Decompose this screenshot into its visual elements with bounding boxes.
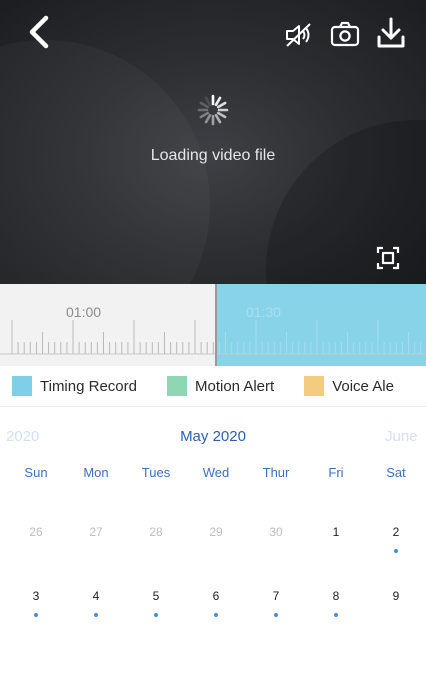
back-chevron-icon[interactable] bbox=[22, 12, 56, 52]
playback-timeline[interactable]: 01:00 01:30 bbox=[0, 284, 426, 366]
calendar-grid: Sun Mon Tues Wed Thur Fri Sat 26 27 28 29 30 1 2 3 4 5 6 7… bbox=[0, 465, 426, 675]
weekday-header: Mon bbox=[83, 465, 109, 480]
weekday-header: Sat bbox=[386, 465, 406, 480]
record-indicator-dot bbox=[34, 613, 38, 617]
timeline-time-label: 01:00 bbox=[66, 304, 102, 320]
calendar-day[interactable]: 28 bbox=[136, 525, 176, 539]
video-player[interactable]: Loading video file bbox=[0, 0, 426, 284]
spinner-icon bbox=[195, 92, 231, 128]
weekday-header: Tues bbox=[141, 465, 171, 480]
loading-status-text: Loading video file bbox=[150, 147, 276, 164]
calendar-day[interactable]: 1 bbox=[316, 525, 356, 539]
record-type-legend: Timing Record Motion Alert Voice Ale bbox=[0, 366, 426, 407]
legend-item-motion-alert: Motion Alert bbox=[166, 376, 275, 396]
legend-swatch bbox=[12, 376, 32, 396]
calendar-day[interactable]: 26 bbox=[16, 525, 56, 539]
calendar-day[interactable]: 4 bbox=[76, 589, 116, 603]
current-month-title: May 2020 bbox=[180, 428, 246, 445]
legend-label: Voice Ale bbox=[332, 377, 394, 395]
camera-icon[interactable] bbox=[328, 18, 362, 50]
legend-swatch bbox=[304, 376, 325, 396]
calendar-day[interactable]: 3 bbox=[16, 589, 56, 603]
calendar-day[interactable]: 29 bbox=[196, 525, 236, 539]
record-indicator-dot bbox=[394, 549, 398, 553]
calendar-day[interactable]: 9 bbox=[376, 589, 416, 603]
calendar-day[interactable]: 30 bbox=[256, 525, 296, 539]
weekday-header: Sun bbox=[24, 465, 48, 480]
calendar-day[interactable]: 5 bbox=[136, 589, 176, 603]
weekday-header: Fri bbox=[328, 465, 344, 480]
legend-swatch bbox=[166, 376, 187, 396]
download-icon[interactable] bbox=[372, 14, 410, 52]
record-indicator-dot bbox=[274, 613, 278, 617]
fullscreen-icon[interactable] bbox=[373, 243, 403, 273]
weekday-header: Wed bbox=[202, 465, 230, 480]
timeline-playhead[interactable] bbox=[215, 284, 217, 366]
calendar-day[interactable]: 8 bbox=[316, 589, 356, 603]
calendar-day[interactable]: 7 bbox=[256, 589, 296, 603]
legend-item-voice-alert: Voice Ale bbox=[304, 376, 394, 396]
legend-label: Motion Alert bbox=[194, 377, 275, 395]
timeline-ticks bbox=[0, 320, 426, 355]
weekday-header: Thur bbox=[262, 465, 290, 480]
mute-icon[interactable] bbox=[282, 20, 316, 50]
legend-item-timing-record: Timing Record bbox=[12, 376, 137, 396]
next-month-button[interactable]: June bbox=[385, 428, 418, 445]
calendar-day[interactable]: 27 bbox=[76, 525, 116, 539]
legend-label: Timing Record bbox=[40, 377, 137, 395]
calendar-day[interactable]: 2 bbox=[376, 525, 416, 539]
calendar-day[interactable]: 6 bbox=[196, 589, 236, 603]
record-indicator-dot bbox=[154, 613, 158, 617]
month-navigation: 2020 May 2020 June bbox=[0, 407, 426, 465]
timeline-time-label: 01:30 bbox=[246, 304, 282, 320]
record-indicator-dot bbox=[94, 613, 98, 617]
record-indicator-dot bbox=[334, 613, 338, 617]
record-indicator-dot bbox=[214, 613, 218, 617]
